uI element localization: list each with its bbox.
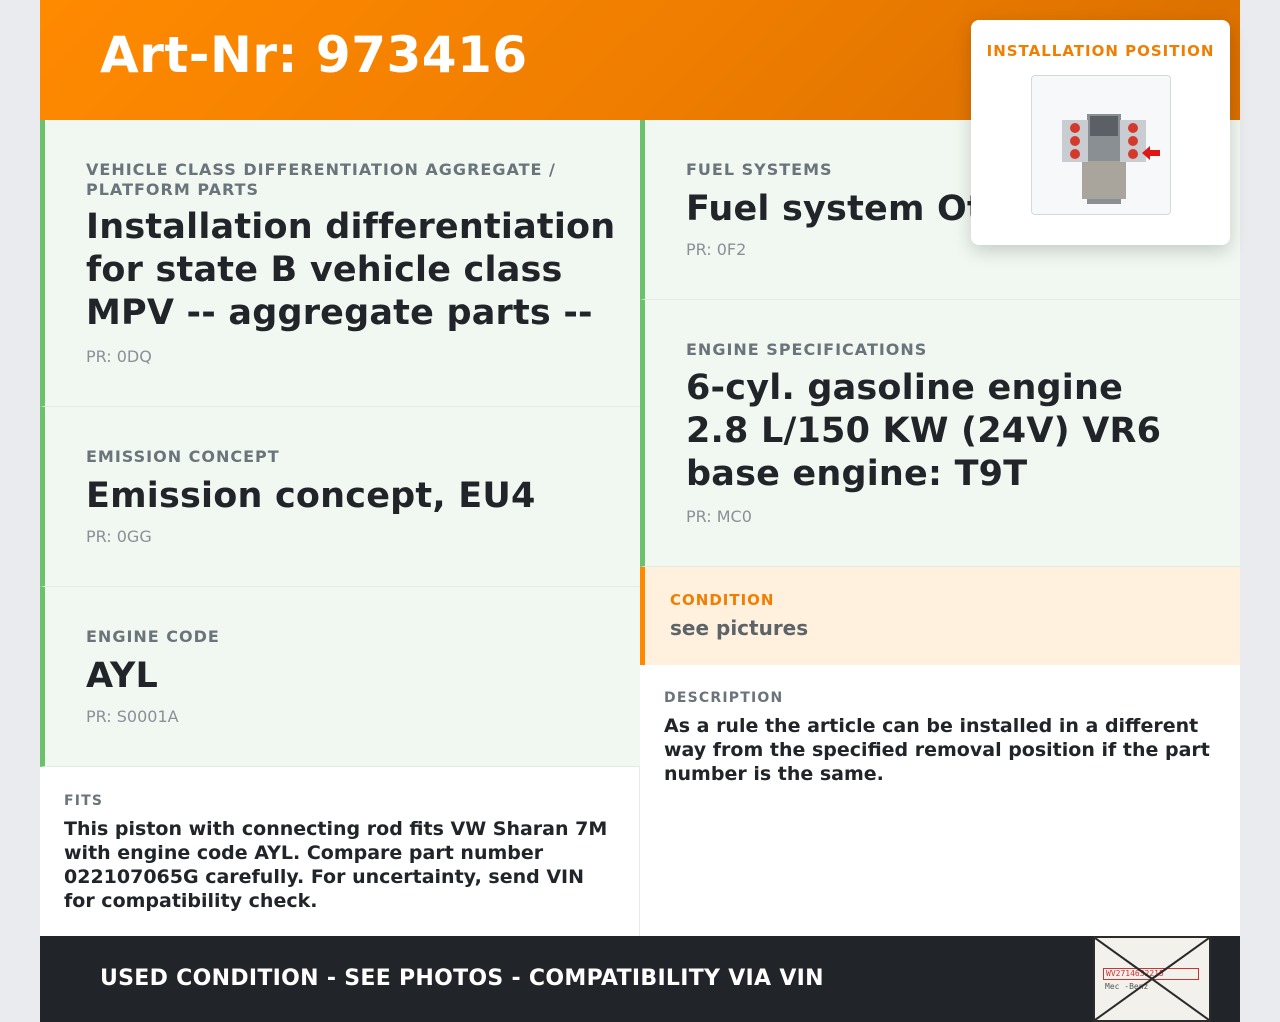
description-label: DESCRIPTION [664, 690, 784, 706]
card-pr-code: PR: MC0 [686, 507, 752, 526]
card-pr-code: PR: 0GG [86, 527, 152, 546]
card-engine-specifications: ENGINE SPECIFICATIONS 6-cyl. gasoline en… [640, 300, 1240, 567]
engine-diagram-icon [1062, 114, 1160, 204]
fits-section: FITS This piston with connecting rod fit… [40, 767, 640, 936]
fits-text: This piston with connecting rod fits VW … [64, 818, 608, 912]
card-engine-code: ENGINE CODE AYL PR: S0001A [40, 587, 640, 767]
page-title: Art-Nr: 973416 [100, 26, 528, 84]
condition-value: see pictures [670, 616, 809, 640]
installation-position-popup: INSTALLATION POSITION [971, 20, 1230, 245]
card-pr-code: PR: 0DQ [86, 347, 152, 366]
card-value: Emission concept, EU4 [86, 476, 536, 516]
card-label: ENGINE CODE [86, 627, 220, 646]
card-pr-code: PR: 0F2 [686, 240, 747, 259]
card-value: Installation differentiation for state B… [86, 207, 616, 333]
cross-icon [1095, 938, 1209, 1020]
card-vehicle-class: VEHICLE CLASS DIFFERENTIATION AGGREGATE … [40, 120, 640, 407]
footer-bar: USED CONDITION - SEE PHOTOS - COMPATIBIL… [40, 936, 1240, 1022]
condition-panel: CONDITION see pictures [640, 567, 1240, 665]
condition-label: CONDITION [670, 591, 775, 609]
card-label: ENGINE SPECIFICATIONS [686, 340, 928, 359]
installation-image[interactable] [1031, 75, 1171, 215]
fits-label: FITS [64, 793, 104, 809]
description-text: As a rule the article can be installed i… [664, 715, 1210, 785]
card-value: AYL [86, 656, 158, 696]
installation-label: INSTALLATION POSITION [986, 42, 1215, 60]
card-label: VEHICLE CLASS DIFFERENTIATION AGGREGATE … [86, 160, 556, 199]
card-value: 6-cyl. gasoline engine 2.8 L/150 KW (24V… [686, 368, 1162, 494]
footer-text: USED CONDITION - SEE PHOTOS - COMPATIBIL… [100, 966, 824, 991]
card-label: FUEL SYSTEMS [686, 160, 833, 179]
card-emission-concept: EMISSION CONCEPT Emission concept, EU4 P… [40, 407, 640, 587]
description-section: DESCRIPTION As a rule the article can be… [640, 665, 1240, 936]
card-pr-code: PR: S0001A [86, 707, 179, 726]
vin-document-crossed-icon: WV2714632215 Mec -Benz [1093, 936, 1211, 1022]
card-label: EMISSION CONCEPT [86, 447, 280, 466]
